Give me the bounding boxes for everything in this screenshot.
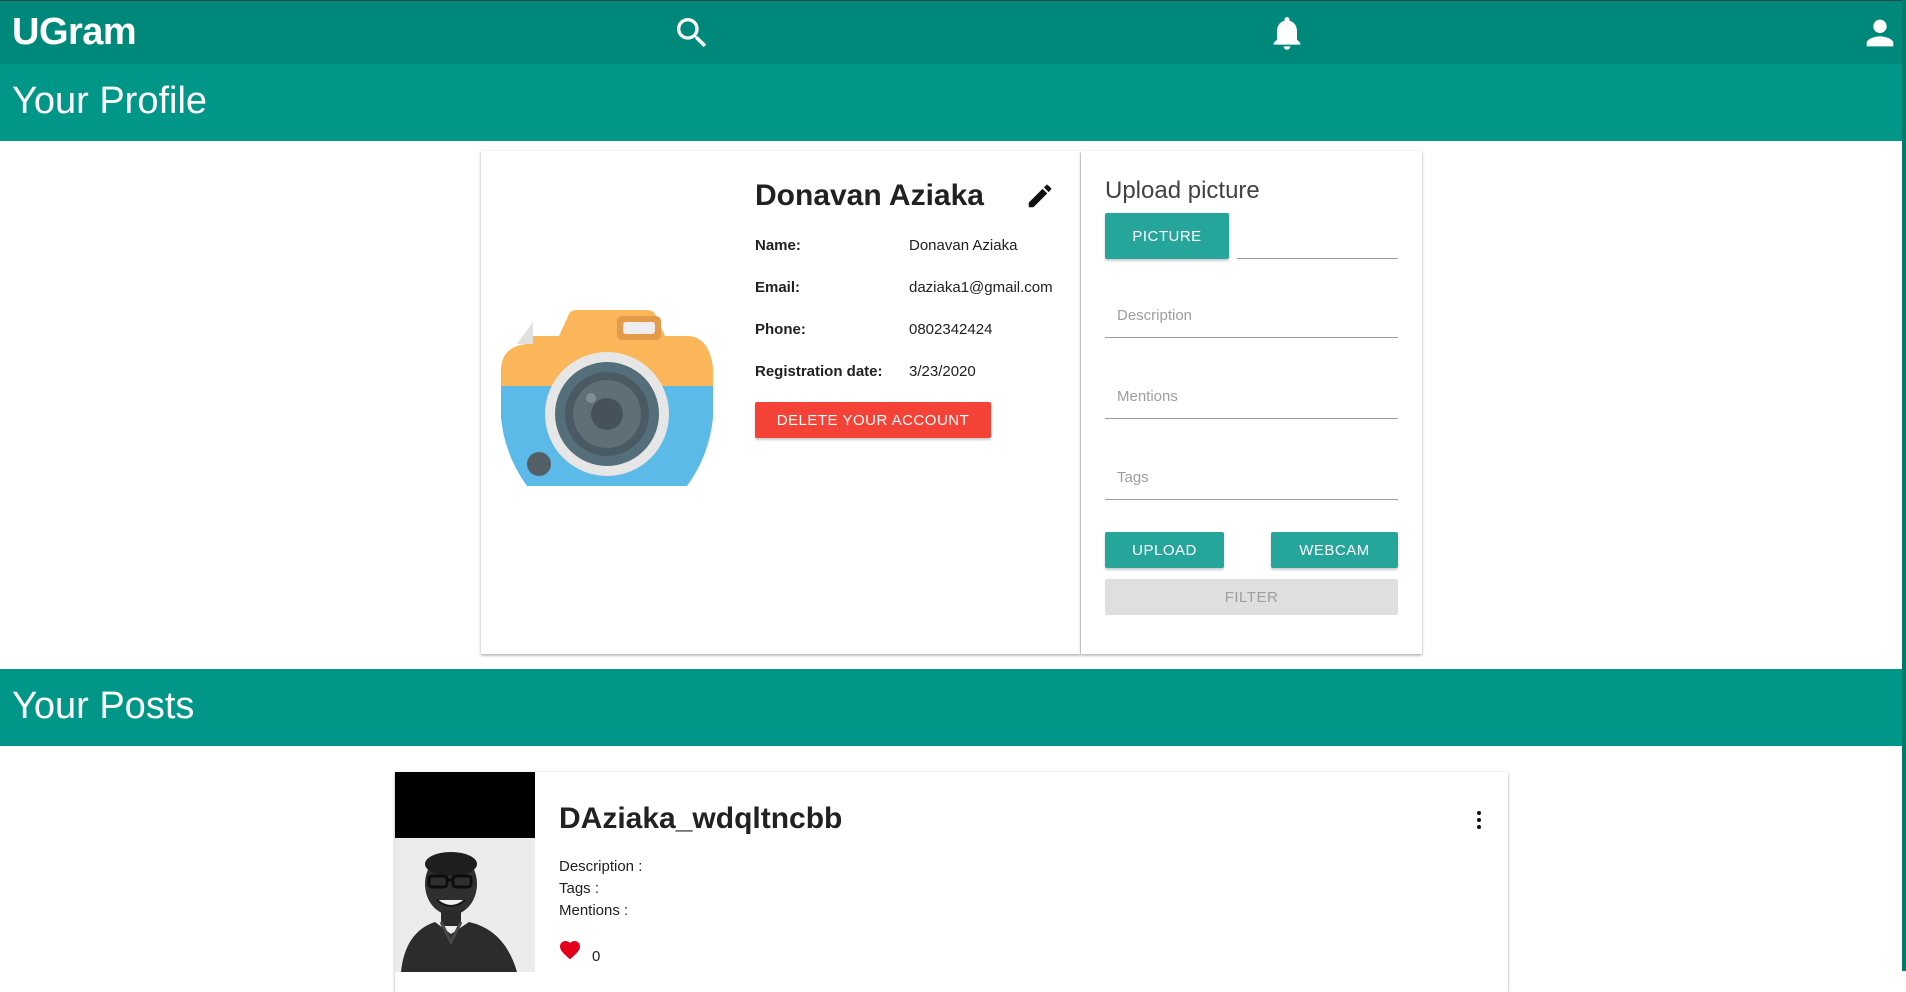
post-card: DAziaka_wdqltncbb Description : Tags : M…: [395, 772, 1508, 992]
post-tags-label: Tags :: [559, 880, 600, 897]
registration-date-label: Registration date:: [755, 363, 883, 380]
filter-button[interactable]: FILTER: [1105, 579, 1398, 615]
mentions-field[interactable]: [1105, 375, 1398, 419]
more-vertical-icon[interactable]: [1467, 808, 1491, 832]
post-image[interactable]: [395, 772, 535, 972]
post-photo-illustration: [395, 772, 535, 972]
name-label: Name:: [755, 237, 801, 254]
tags-input[interactable]: [1105, 456, 1398, 499]
post-mentions-label: Mentions :: [559, 902, 629, 919]
posts-section-header: Your Posts: [0, 669, 1906, 746]
profile-section-header: Your Profile: [0, 64, 1906, 141]
posts-section-title: Your Posts: [12, 685, 195, 727]
tags-field[interactable]: [1105, 456, 1398, 500]
profile-section-title: Your Profile: [12, 80, 208, 122]
phone-label: Phone:: [755, 321, 806, 338]
bell-icon[interactable]: [1267, 13, 1307, 53]
post-author[interactable]: DAziaka_wdqltncbb: [559, 802, 842, 836]
file-path-input[interactable]: [1237, 213, 1398, 258]
registration-date-value: 3/23/2020: [909, 363, 976, 380]
upload-button[interactable]: UPLOAD: [1105, 532, 1224, 568]
webcam-button[interactable]: WEBCAM: [1271, 532, 1398, 568]
heart-like-icon[interactable]: [558, 938, 582, 960]
picture-button[interactable]: PICTURE: [1105, 213, 1229, 259]
phone-value: 0802342424: [909, 321, 993, 338]
upload-picture-card: Upload picture PICTURE UPLOAD WEBCAM FIL…: [1081, 151, 1422, 654]
description-field[interactable]: [1105, 294, 1398, 338]
person-icon[interactable]: [1860, 13, 1900, 53]
camera-avatar-icon: [501, 310, 713, 486]
upload-title: Upload picture: [1105, 177, 1260, 204]
description-input[interactable]: [1105, 294, 1398, 337]
edit-pencil-icon[interactable]: [1025, 181, 1055, 211]
post-like-count: 0: [592, 948, 601, 965]
email-label: Email:: [755, 279, 801, 296]
window-scroll-edge: [1902, 0, 1906, 971]
profile-card: Donavan Aziaka Name: Donavan Aziaka Emai…: [481, 151, 1080, 654]
mentions-input[interactable]: [1105, 375, 1398, 418]
email-value: daziaka1@gmail.com: [909, 279, 1053, 296]
post-description-label: Description :: [559, 858, 643, 875]
top-app-bar: UGram: [0, 0, 1906, 64]
delete-account-button[interactable]: DELETE YOUR ACCOUNT: [755, 402, 991, 438]
app-brand[interactable]: UGram: [12, 11, 137, 54]
name-value: Donavan Aziaka: [909, 237, 1018, 254]
search-icon[interactable]: [672, 13, 712, 53]
profile-display-name: Donavan Aziaka: [755, 179, 984, 212]
file-path-field[interactable]: [1237, 213, 1398, 259]
